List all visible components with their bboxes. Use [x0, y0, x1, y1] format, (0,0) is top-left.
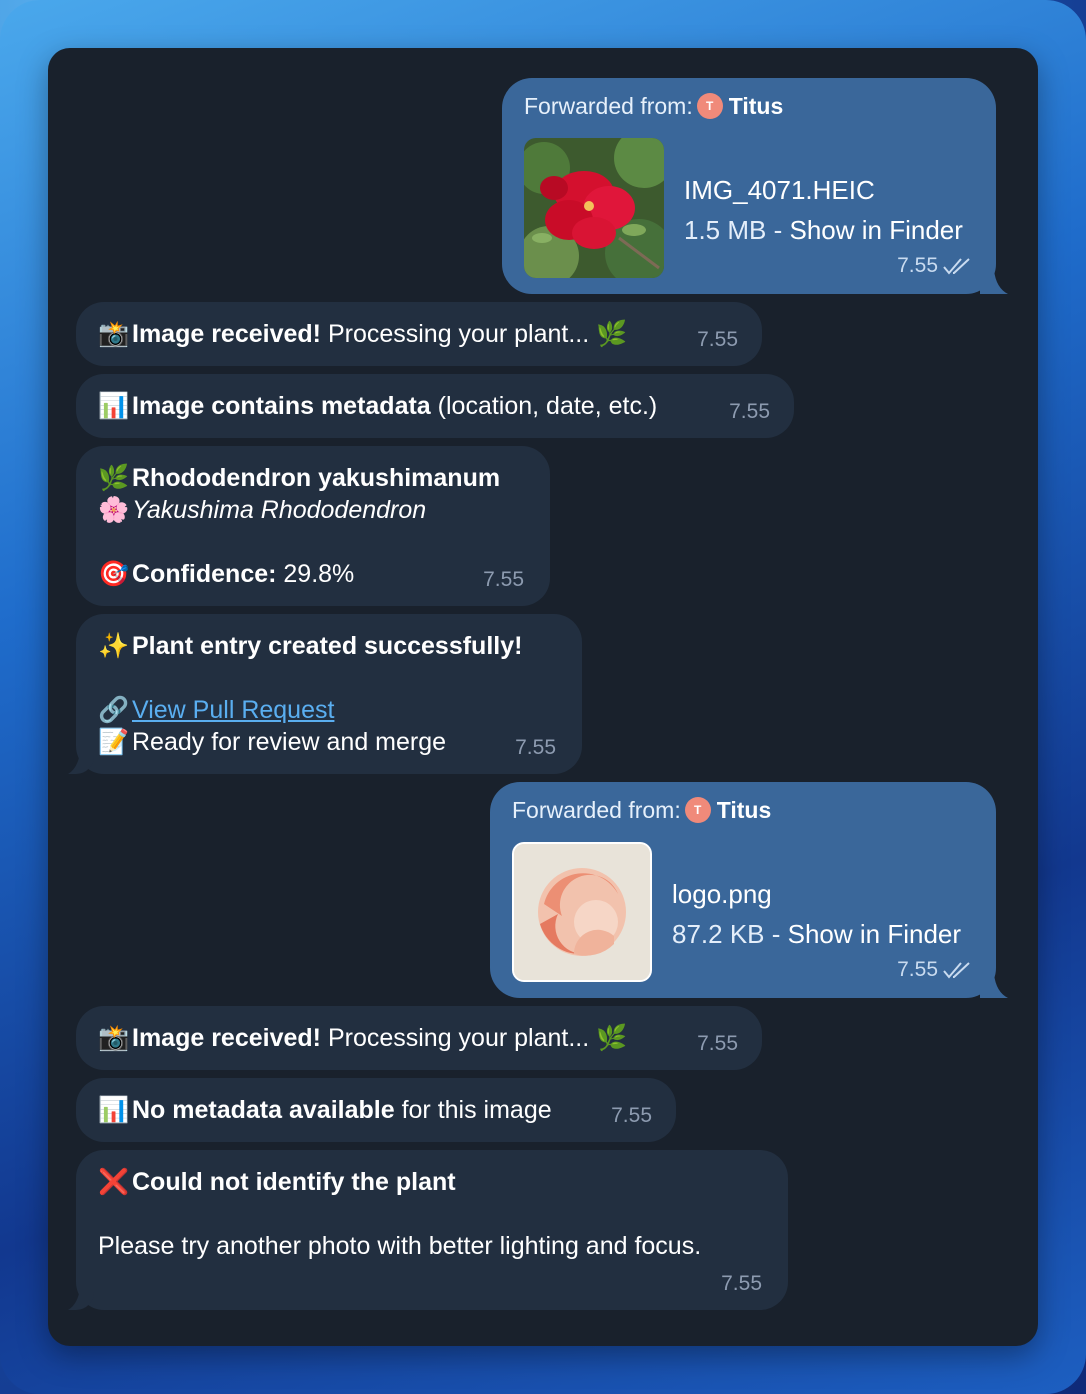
message-time: 7.55: [697, 328, 738, 351]
bot-message-metadata[interactable]: 📊 Image contains metadata (location, date…: [76, 374, 794, 438]
forwarded-label: Forwarded from:: [524, 93, 693, 119]
bar-chart-icon: 📊: [98, 391, 130, 420]
message-title: Could not identify the plant: [132, 1168, 456, 1196]
message-time: 7.55: [697, 1032, 738, 1055]
plant-scientific-name: Rhododendron yakushimanum: [132, 464, 501, 492]
message-bold-text: No metadata available: [132, 1096, 395, 1124]
cherry-blossom-icon: 🌸: [98, 495, 130, 524]
message-time: 7.55: [483, 568, 524, 591]
chat-window: Forwarded from: T Titus IMG_4071.HEIC 1.…: [48, 48, 1038, 1346]
view-pull-request-link[interactable]: View Pull Request: [132, 696, 334, 724]
photo-thumbnail[interactable]: [524, 138, 664, 278]
message-text: Please try another photo with better lig…: [98, 1232, 702, 1260]
message-time: 7.55: [611, 1104, 652, 1127]
confidence-value: 29.8%: [276, 560, 355, 588]
bot-message-plant-entry[interactable]: ✨ Plant entry created successfully! 🔗 View…: [76, 614, 582, 774]
memo-icon: 📝: [98, 727, 130, 756]
message-bold-text: Image received!: [132, 320, 321, 348]
message-text: (location, date, etc.): [430, 392, 658, 420]
forwarded-label: Forwarded from:: [512, 797, 681, 823]
message-text: Ready for review and merge: [132, 728, 447, 756]
file-info: IMG_4071.HEIC 1.5 MB - Show in Finder: [684, 170, 963, 250]
herb-icon: 🌿: [98, 463, 130, 492]
sparkles-icon: ✨: [98, 631, 130, 660]
separator: -: [766, 215, 790, 245]
file-size: 1.5 MB: [684, 215, 767, 245]
link-icon: 🔗: [98, 695, 130, 724]
show-in-finder-link[interactable]: Show in Finder: [788, 919, 961, 949]
herb-icon: 🌿: [596, 1024, 628, 1052]
forwarded-message-logo[interactable]: Forwarded from: T Titus logo.png 87.2 KB…: [490, 782, 996, 998]
herb-icon: 🌿: [596, 320, 628, 348]
read-checkmark-icon: [943, 962, 970, 979]
cross-mark-icon: ❌: [98, 1167, 130, 1196]
message-bold-text: Image contains metadata: [132, 392, 431, 420]
bar-chart-icon: 📊: [98, 1095, 130, 1124]
target-icon: 🎯: [98, 559, 130, 588]
message-text: Processing your plant...: [321, 320, 597, 348]
bot-message-could-not-identify[interactable]: ❌ Could not identify the plant Please try…: [76, 1150, 788, 1310]
message-time: 7.55: [729, 400, 770, 423]
file-info: logo.png 87.2 KB - Show in Finder: [672, 874, 961, 954]
message-time: 7.55: [515, 736, 556, 759]
bot-message-identification[interactable]: 🌿 Rhododendron yakushimanum 🌸 Yakushima Rh…: [76, 446, 550, 606]
message-time: 7.55: [897, 958, 938, 981]
bot-message-image-received[interactable]: 📸 Image received! Processing your plant..…: [76, 1006, 762, 1070]
file-size: 87.2 KB: [672, 919, 765, 949]
message-text: for this image: [394, 1096, 552, 1124]
read-checkmark-icon: [943, 258, 970, 275]
bot-message-image-received[interactable]: 📸 Image received! Processing your plant..…: [76, 302, 762, 366]
message-bold-text: Image received!: [132, 1024, 321, 1052]
message-time: 7.55: [721, 1272, 762, 1295]
file-name: logo.png: [672, 879, 772, 909]
message-title: Plant entry created successfully!: [132, 632, 523, 660]
sender-avatar[interactable]: T: [696, 93, 723, 119]
plant-common-name: Yakushima Rhododendron: [132, 496, 427, 524]
camera-flash-icon: 📸: [98, 1023, 130, 1052]
confidence-label: Confidence:: [132, 560, 277, 588]
camera-flash-icon: 📸: [98, 319, 130, 348]
sender-avatar[interactable]: T: [684, 797, 711, 823]
message-text: Processing your plant...: [321, 1024, 597, 1052]
bot-message-no-metadata[interactable]: 📊 No metadata available for this image 7.…: [76, 1078, 676, 1142]
separator: -: [764, 919, 788, 949]
logo-thumbnail[interactable]: [512, 842, 652, 982]
forwarded-header: Forwarded from: T Titus: [524, 90, 783, 122]
message-time: 7.55: [897, 254, 938, 277]
forwarded-header: Forwarded from: T Titus: [512, 794, 771, 826]
file-name: IMG_4071.HEIC: [684, 175, 875, 205]
sender-name[interactable]: Titus: [717, 794, 772, 826]
forwarded-message-photo[interactable]: Forwarded from: T Titus IMG_4071.HEIC 1.…: [502, 78, 996, 294]
sender-name[interactable]: Titus: [729, 90, 784, 122]
show-in-finder-link[interactable]: Show in Finder: [789, 215, 962, 245]
